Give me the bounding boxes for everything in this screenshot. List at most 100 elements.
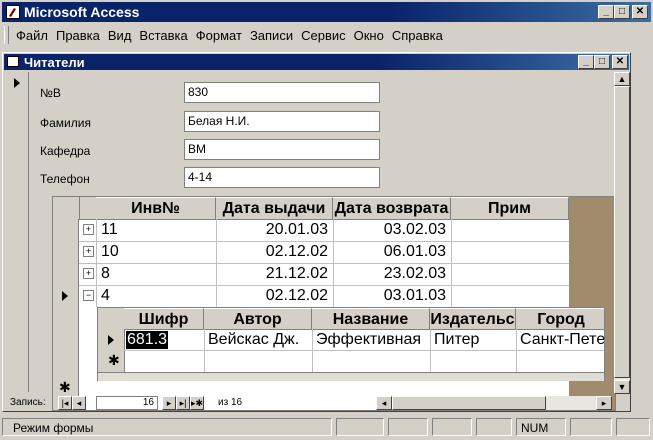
expand-icon[interactable]: +: [83, 246, 94, 257]
menu-insert[interactable]: Вставка: [139, 28, 187, 44]
status-pane-2: [388, 418, 428, 436]
menu-file[interactable]: Файл: [16, 28, 48, 44]
subform-corner: [53, 197, 80, 219]
app-title: Microsoft Access: [24, 4, 140, 20]
form-icon: [7, 56, 19, 67]
last-record-button[interactable]: ▸|: [176, 396, 190, 410]
cell-city[interactable]: Санкт-Пете: [520, 331, 604, 349]
nested-datasheet: Шифр Автор Название Издательс Город ✱ 68…: [97, 307, 605, 373]
cell-publisher[interactable]: Питер: [434, 331, 480, 349]
nested-col-header-author[interactable]: Автор: [204, 308, 312, 329]
current-record-arrow-icon: [14, 78, 20, 88]
form-maximize-button[interactable]: □: [594, 55, 610, 69]
cell-inv[interactable]: 8: [101, 265, 110, 283]
menu-edit[interactable]: Правка: [56, 28, 100, 44]
menu-grip: [4, 26, 9, 44]
col-divider: [204, 329, 205, 372]
menu-bar: Файл Правка Вид Вставка Формат Записи Се…: [4, 26, 451, 44]
scroll-up-button[interactable]: ▲: [614, 72, 630, 86]
nested-col-header-publisher[interactable]: Издательс: [430, 308, 516, 329]
num-lock-indicator: NUM: [521, 421, 549, 435]
cell-inv[interactable]: 11: [101, 221, 118, 239]
subform: Инв№ Дата выдачи Дата возврата Прим + 11…: [52, 196, 616, 411]
maximize-button[interactable]: □: [614, 5, 630, 19]
status-pane-1: [336, 418, 384, 436]
field-label-phone: Телефон: [40, 172, 90, 186]
cell-returned[interactable]: 23.02.03: [333, 265, 446, 283]
nested-current-arrow-icon: [108, 335, 114, 345]
cell-issued[interactable]: 20.01.03: [216, 221, 328, 239]
cell-author[interactable]: Вейскас Дж.: [208, 331, 300, 349]
field-nv-input[interactable]: 830: [184, 82, 380, 103]
col-header-issued[interactable]: Дата выдачи: [216, 197, 333, 219]
minimize-button[interactable]: _: [598, 5, 614, 19]
field-label-department: Кафедра: [40, 144, 91, 158]
cell-title[interactable]: Эффективная: [316, 331, 422, 349]
col-divider: [333, 219, 334, 307]
scroll-right-button[interactable]: ▸: [596, 396, 612, 410]
cell-inv[interactable]: 10: [101, 243, 119, 261]
form-title-bar: Читатели _ □ ✕: [4, 54, 629, 70]
cell-returned[interactable]: 03.02.03: [333, 221, 446, 239]
next-record-button[interactable]: ▸: [162, 396, 176, 410]
cell-issued[interactable]: 02.12.02: [216, 243, 328, 261]
cell-inv[interactable]: 4: [101, 287, 110, 305]
nested-col-header-city[interactable]: Город: [516, 308, 604, 329]
status-pane-7: [616, 418, 650, 436]
record-number-input[interactable]: 16: [96, 396, 158, 410]
table-row[interactable]: + 8 21.12.02 23.02.03: [79, 263, 569, 286]
cell-issued[interactable]: 02.12.02: [216, 287, 328, 305]
form-title: Читатели: [24, 55, 85, 70]
col-header-note[interactable]: Прим: [451, 197, 569, 219]
form-hscroll[interactable]: ◂ ▸: [376, 396, 612, 410]
hscroll-thumb[interactable]: [392, 396, 546, 410]
record-selector[interactable]: [6, 72, 29, 392]
form-close-button[interactable]: ✕: [612, 55, 628, 69]
first-record-button[interactable]: |◂: [58, 396, 72, 410]
field-department-input[interactable]: ВМ: [184, 139, 380, 160]
col-header-inv[interactable]: Инв№: [96, 197, 216, 219]
status-num-pane: NUM: [516, 418, 566, 436]
close-button[interactable]: ✕: [632, 5, 648, 19]
nested-row[interactable]: 681.3 Вейскас Дж. Эффективная Питер Санк…: [124, 329, 604, 351]
expand-icon[interactable]: +: [83, 224, 94, 235]
cell-issued[interactable]: 21.12.02: [216, 265, 328, 283]
menu-records[interactable]: Записи: [250, 28, 293, 44]
scroll-down-button[interactable]: ▼: [614, 380, 630, 394]
nested-hscroll[interactable]: [97, 373, 605, 381]
nested-col-header-code[interactable]: Шифр: [124, 308, 204, 329]
table-row[interactable]: + 11 20.01.03 03.02.03: [79, 219, 569, 242]
form-minimize-button[interactable]: _: [578, 55, 594, 69]
status-text: Режим формы: [13, 421, 94, 435]
col-divider: [312, 329, 313, 372]
cell-returned[interactable]: 06.01.03: [333, 243, 446, 261]
expand-icon[interactable]: +: [83, 268, 94, 279]
field-surname-input[interactable]: Белая Н.И.: [184, 111, 380, 132]
collapse-icon[interactable]: −: [83, 290, 94, 301]
menu-format[interactable]: Формат: [196, 28, 242, 44]
new-record-button[interactable]: ▸✱: [190, 396, 204, 410]
access-key-icon: [6, 5, 20, 19]
status-pane-6: [570, 418, 612, 436]
cell-returned[interactable]: 03.01.03: [333, 287, 446, 305]
form-vscroll[interactable]: ▲ ▼: [614, 72, 630, 394]
table-row-expanded[interactable]: − 4 02.12.02 03.01.03: [79, 285, 569, 307]
scroll-thumb[interactable]: [614, 86, 630, 378]
menu-window[interactable]: Окно: [354, 28, 384, 44]
col-divider: [216, 219, 217, 307]
scroll-left-button[interactable]: ◂: [376, 396, 392, 410]
cell-code-selected[interactable]: 681.3: [126, 331, 169, 349]
app-title-bar: Microsoft Access _ □ ✕: [2, 2, 651, 22]
new-record-icon: ✱: [108, 352, 120, 368]
col-divider: [430, 329, 431, 372]
menu-help[interactable]: Справка: [392, 28, 443, 44]
table-row[interactable]: + 10 02.12.02 06.01.03: [79, 241, 569, 264]
status-pane-4: [476, 418, 512, 436]
col-header-returned[interactable]: Дата возврата: [333, 197, 451, 219]
field-phone-input[interactable]: 4-14: [184, 167, 380, 188]
menu-tools[interactable]: Сервис: [301, 28, 346, 44]
field-label-surname: Фамилия: [40, 116, 91, 130]
prev-record-button[interactable]: ◂: [72, 396, 86, 410]
menu-view[interactable]: Вид: [108, 28, 132, 44]
nested-col-header-title[interactable]: Название: [312, 308, 430, 329]
